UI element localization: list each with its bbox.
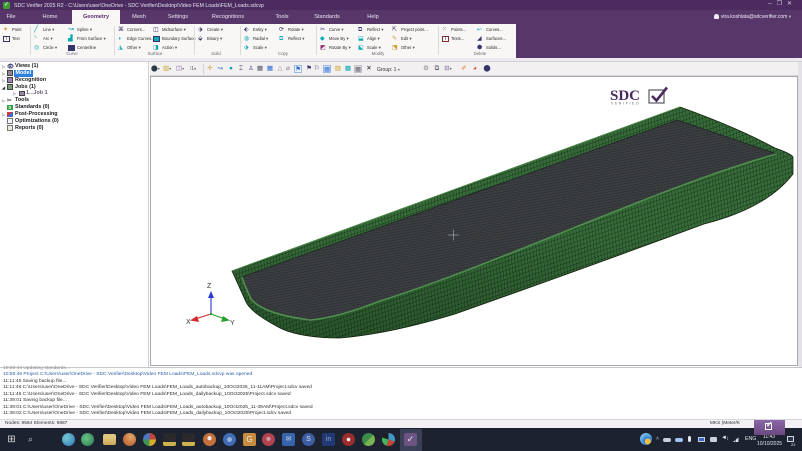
svg-text:Z: Z [207,283,212,290]
svg-text:X: X [186,319,191,326]
svg-text:Y: Y [230,320,235,327]
svg-text:VERIFIED: VERIFIED [611,102,640,106]
